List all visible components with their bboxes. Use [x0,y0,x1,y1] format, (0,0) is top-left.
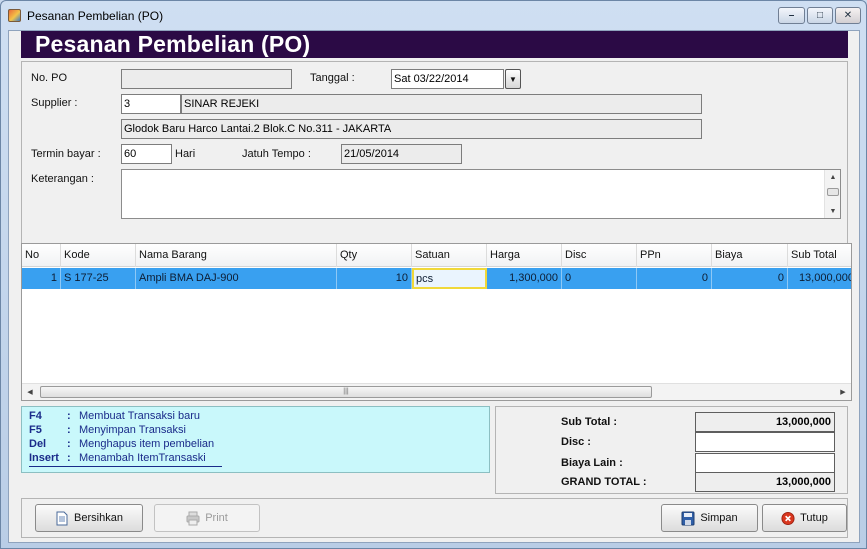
simpan-label: Simpan [700,512,738,524]
scrollbar-thumb[interactable] [827,188,839,196]
tutup-button[interactable]: Tutup [762,504,847,532]
col-harga[interactable]: Harga [487,244,562,267]
maximize-button[interactable]: □ [807,7,833,24]
page-title: Pesanan Pembelian (PO) [35,31,311,57]
close-window-button[interactable]: ✕ [835,7,861,24]
termin-bayar-field[interactable]: 60 [121,144,172,164]
jatuh-tempo-label: Jatuh Tempo : [242,148,311,160]
help-key: Insert [29,452,59,464]
document-icon [56,511,68,525]
help-colon: : [67,410,71,422]
help-key: F5 [29,424,42,436]
title-bar[interactable]: Pesanan Pembelian (PO) – □ ✕ [1,1,866,30]
print-label: Print [205,512,228,524]
no-po-label: No. PO [31,72,68,84]
col-nama-barang[interactable]: Nama Barang [136,244,337,267]
tutup-label: Tutup [800,512,828,524]
cell-harga[interactable]: 1,300,000 [487,268,562,289]
client-area: Pesanan Pembelian (PO) No. PO Tanggal : … [8,30,860,543]
totals-panel: Sub Total : 13,000,000 Disc : Biaya Lain… [495,406,848,494]
help-colon: : [67,438,71,450]
cell-no[interactable]: 1 [22,268,61,289]
help-colon: : [67,424,71,436]
scroll-grip-icon: ||| [343,388,349,395]
chevron-down-icon: ▼ [509,74,517,84]
col-sub-total[interactable]: Sub Total [788,244,851,267]
application-window: Pesanan Pembelian (PO) – □ ✕ Pesanan Pem… [0,0,867,549]
disc-label: Disc : [561,436,591,448]
cell-nama-barang[interactable]: Ampli BMA DAJ-900 [136,268,337,289]
cell-satuan[interactable]: pcs [412,268,487,289]
tanggal-field[interactable]: Sat 03/22/2014 [391,69,504,89]
col-disc[interactable]: Disc [562,244,637,267]
action-bar: Bersihkan Print Simpan Tutup [21,498,848,538]
keyboard-shortcuts-help: F4 : Membuat Transaksi baru F5 : Menyimp… [21,406,490,473]
keterangan-scrollbar[interactable]: ▲ ▼ [824,170,840,218]
print-button[interactable]: Print [154,504,260,532]
help-text: Menambah ItemTransaski [79,452,206,464]
date-dropdown-button[interactable]: ▼ [505,69,521,89]
col-kode[interactable]: Kode [61,244,136,267]
supplier-name-field: SINAR REJEKI [181,94,702,114]
cell-biaya[interactable]: 0 [712,268,788,289]
biaya-lain-label: Biaya Lain : [561,457,623,469]
help-text: Menyimpan Transaksi [79,424,186,436]
supplier-address-field: Glodok Baru Harco Lantai.2 Blok.C No.311… [121,119,702,139]
divider [29,466,222,467]
tanggal-label: Tanggal : [310,72,355,84]
jatuh-tempo-field: 21/05/2014 [341,144,462,164]
bersihkan-label: Bersihkan [74,512,123,524]
cell-sub-total[interactable]: 13,000,000 [788,268,851,289]
grand-total-field: 13,000,000 [695,472,835,492]
header-banner: Pesanan Pembelian (PO) [21,31,848,58]
disc-field[interactable] [695,432,835,452]
app-icon [8,9,21,22]
horizontal-scrollbar-thumb[interactable]: ||| [40,386,652,398]
keterangan-textarea[interactable]: ▲ ▼ [121,169,841,219]
grand-total-label: GRAND TOTAL : [561,476,647,488]
no-po-field[interactable] [121,69,292,89]
table-header: No Kode Nama Barang Qty Satuan Harga Dis… [22,244,851,267]
order-form-panel: No. PO Tanggal : Sat 03/22/2014 ▼ Suppli… [21,61,848,245]
help-colon: : [67,452,71,464]
cell-disc[interactable]: 0 [562,268,637,289]
items-table[interactable]: No Kode Nama Barang Qty Satuan Harga Dis… [21,243,852,401]
table-horizontal-scrollbar[interactable]: ◀ ||| ▶ [22,383,851,400]
keterangan-label: Keterangan : [31,173,94,185]
biaya-lain-field[interactable] [695,453,835,473]
cell-ppn[interactable]: 0 [637,268,712,289]
floppy-disk-icon [681,511,695,525]
simpan-button[interactable]: Simpan [661,504,758,532]
col-ppn[interactable]: PPn [637,244,712,267]
help-key: F4 [29,410,42,422]
minimize-button[interactable]: – [778,7,805,24]
col-no[interactable]: No [22,244,61,267]
help-key: Del [29,438,47,450]
window-title: Pesanan Pembelian (PO) [27,9,164,23]
cell-kode[interactable]: S 177-25 [61,268,136,289]
sub-total-field: 13,000,000 [695,412,835,432]
supplier-label: Supplier : [31,97,78,109]
printer-icon [186,511,200,525]
col-qty[interactable]: Qty [337,244,412,267]
close-circle-icon [781,511,795,525]
scroll-up-icon[interactable]: ▲ [825,170,841,184]
hari-label: Hari [175,148,196,160]
col-biaya[interactable]: Biaya [712,244,788,267]
termin-bayar-label: Termin bayar : [31,148,101,160]
sub-total-label: Sub Total : [561,416,618,428]
scroll-down-icon[interactable]: ▼ [825,204,841,218]
col-satuan[interactable]: Satuan [412,244,487,267]
cell-qty[interactable]: 10 [337,268,412,289]
table-row[interactable]: 1 S 177-25 Ampli BMA DAJ-900 10 pcs 1,30… [22,268,851,289]
bersihkan-button[interactable]: Bersihkan [35,504,143,532]
scroll-right-icon[interactable]: ▶ [835,384,851,400]
help-text: Membuat Transaksi baru [79,410,201,422]
help-text: Menghapus item pembelian [79,438,215,450]
scroll-left-icon[interactable]: ◀ [22,384,38,400]
supplier-code-field[interactable]: 3 [121,94,181,114]
